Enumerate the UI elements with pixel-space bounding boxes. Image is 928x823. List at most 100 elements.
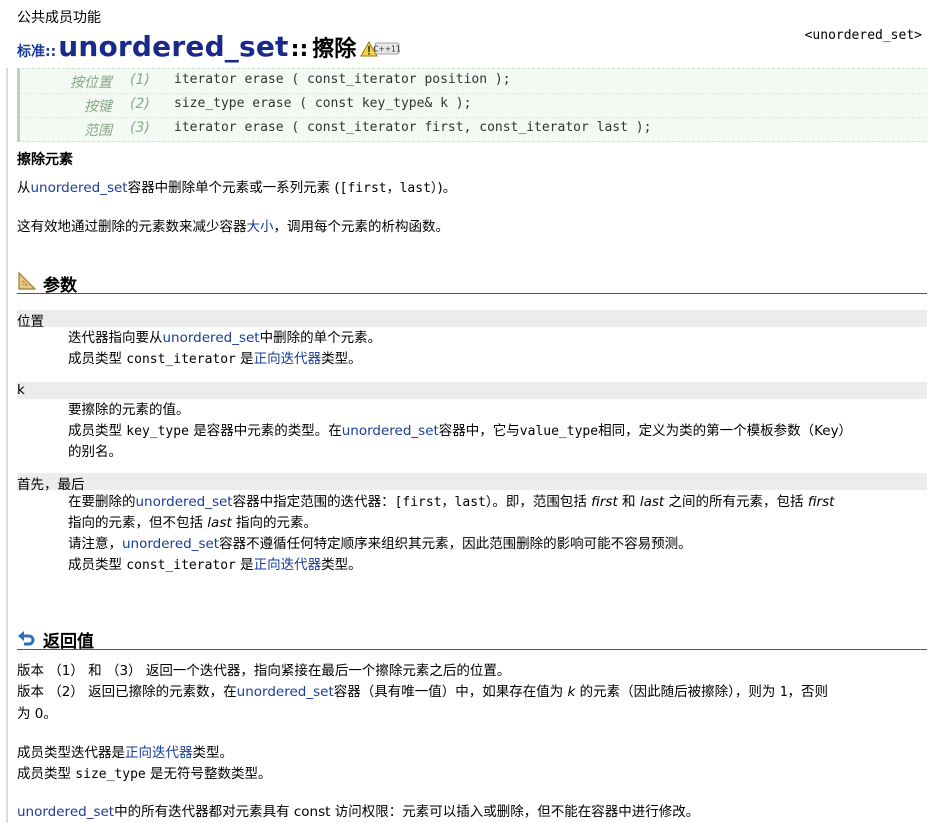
prototype-row: 按位置 (1) iterator erase ( const_iterator … [20, 69, 928, 94]
prototype-code: iterator erase ( const_iterator first, c… [174, 120, 652, 135]
text: 的元素（因此随后被擦除），则为 [575, 684, 780, 700]
italic-term: first [807, 494, 835, 510]
italic-term: last [207, 515, 232, 531]
cpp11-warning-icon: C++11 [360, 40, 401, 58]
prototype-code: iterator erase ( const_iterator position… [174, 72, 511, 87]
header-reference[interactable]: <unordered_set> [805, 28, 922, 43]
prototype-number: (2) [130, 96, 150, 112]
param-desc-line: 成员类型 const_iterator 是正向迭代器类型。 [68, 349, 923, 370]
summary-paragraph-2: 这有效地通过删除的元素数来减少容器大小，调用每个元素的析构函数。 [17, 215, 449, 235]
return-value-section-header: 返回值 [17, 627, 927, 652]
code-range: [first，last） [394, 495, 493, 510]
forward-iterator-link[interactable]: 正向迭代器 [254, 557, 322, 573]
return-line-3: 为 0。 [17, 702, 57, 722]
text: 迭代器指向要从 [68, 330, 163, 346]
text: 版本 （1） 和 （3） 返回一个迭代器，指向紧接在最后一个擦除元素之后的位置。 [17, 663, 511, 679]
parameters-title: 参数 [43, 276, 77, 296]
param-label: 首先，最后 [17, 477, 85, 493]
title-class-link[interactable]: unordered_set [58, 30, 288, 63]
unordered-set-link[interactable]: unordered_set [17, 804, 114, 820]
prototype-number: (1) [130, 72, 150, 88]
unordered-set-link[interactable]: unordered_set [342, 423, 439, 439]
member-type-size-line: 成员类型 size_type 是无符号整数类型。 [17, 762, 272, 782]
text: 类型。 [321, 557, 362, 573]
prototype-box: 按位置 (1) iterator erase ( const_iterator … [17, 68, 928, 142]
param-name-position: 位置 [17, 310, 927, 330]
unordered-set-link[interactable]: unordered_set [122, 536, 219, 552]
prototype-row: 按键 (2) size_type erase ( const key_type&… [20, 93, 928, 118]
param-desc-line: 在要删除的unordered_set容器中指定范围的迭代器：[first，las… [68, 492, 923, 513]
prototype-code: size_type erase ( const key_type& k ); [174, 96, 472, 111]
code-type: const_iterator [126, 352, 236, 367]
param-desc-line: 成员类型 const_iterator 是正向迭代器类型。 [68, 555, 923, 576]
summary-paragraph: 从unordered_set容器中删除单个元素或一系列元素 ([first，la… [17, 176, 456, 196]
title-scope: :: [290, 37, 309, 62]
code-type: key_type [126, 424, 189, 439]
size-link[interactable]: 大小 [247, 219, 274, 235]
code-type: size_type [75, 767, 146, 782]
text: 请注意， [68, 536, 122, 552]
param-name-k: k [17, 382, 927, 399]
prototype-label: 按键 [84, 99, 112, 115]
title-namespace[interactable]: 标准: [17, 41, 51, 61]
text: 相同，定义为类的第一个模板参数（Key） [598, 423, 853, 439]
title-function: 擦除 [312, 37, 357, 62]
page-title: 标准:: unordered_set :: 擦除 C++11 [17, 30, 401, 64]
param-desc-line: 指向的元素，但不包括 last 指向的元素。 [68, 513, 923, 534]
text: 和 [617, 494, 640, 510]
cpp11-badge-text: C++11 [374, 45, 401, 54]
prototype-label: 范围 [84, 123, 112, 139]
text: 成员类型迭代器是 [17, 745, 125, 761]
text: 这有效地通过删除的元素数来减少容器 [17, 219, 247, 235]
code-type: const_iterator [126, 558, 236, 573]
title-namespace-sep: : [50, 44, 57, 60]
ruler-triangle-icon [17, 271, 37, 291]
param-desc-line: 要擦除的元素的值。 [68, 400, 923, 421]
prototype-label: 按位置 [70, 75, 112, 91]
code-value: 1 [779, 685, 788, 700]
text: 为 0。 [17, 706, 57, 722]
param-name-first-last: 首先，最后 [17, 473, 927, 493]
param-desc-line: 请注意，unordered_set容器不遵循任何特定顺序来组织其元素，因此范围删… [68, 534, 923, 555]
text: 容器中删除单个元素或一系列元素 ( [127, 180, 340, 196]
text: 是无符号整数类型。 [145, 766, 272, 782]
summary-heading: 擦除元素 [17, 152, 73, 168]
left-margin-rule [6, 68, 8, 823]
text: 指向的元素。 [231, 515, 317, 531]
forward-iterator-link[interactable]: 正向迭代器 [254, 351, 322, 367]
text: 容器中指定范围的迭代器： [232, 494, 395, 510]
text: 版本 （2） 返回已擦除的元素数，在 [17, 684, 237, 700]
code-range: [first，last） [339, 181, 438, 196]
text: 容器不遵循任何特定顺序来组织其元素，因此范围删除的影响可能不容易预测。 [219, 536, 692, 552]
text: 容器（具有唯一值）中，如果存在值为 [333, 684, 568, 700]
prototype-number: (3) [130, 120, 150, 136]
text: 成员类型 [68, 423, 127, 439]
text: 。即，范围包括 [492, 494, 592, 510]
text: 中删除的单个元素。 [259, 330, 382, 346]
param-label: 位置 [17, 314, 44, 330]
text: 要擦除的元素的值。 [68, 402, 190, 418]
text: 类型。 [321, 351, 362, 367]
italic-term: last [639, 494, 665, 510]
text: 之间的所有元素，包括 [664, 494, 808, 510]
text: 容器中，它与 [438, 423, 520, 439]
unordered-set-link[interactable]: unordered_set [31, 180, 128, 196]
unordered-set-link[interactable]: unordered_set [237, 684, 334, 700]
parameters-section-header: 参数 [17, 271, 927, 296]
member-type-iterator-line: 成员类型迭代器是正向迭代器类型。 [17, 741, 233, 761]
param-desc-line: 的别名。 [68, 442, 923, 463]
unordered-set-link[interactable]: unordered_set [163, 330, 260, 346]
text: 是容器中元素的类型。在 [188, 423, 342, 439]
text: 成员类型 [68, 351, 127, 367]
text: 从 [17, 180, 31, 196]
unordered-set-link[interactable]: unordered_set [136, 494, 233, 510]
param-desc-line: 迭代器指向要从unordered_set中删除的单个元素。 [68, 328, 923, 349]
text: 中的所有迭代器都对元素具有 const 访问权限：元素可以插入或删除，但不能在容… [114, 804, 700, 820]
section-kicker: 公共成员功能 [17, 10, 101, 26]
code-type: value_type [519, 424, 599, 439]
return-arrow-icon [17, 627, 37, 647]
forward-iterator-link[interactable]: 正向迭代器 [125, 745, 193, 761]
param-desc-line: 成员类型 key_type 是容器中元素的类型。在unordered_set容器… [68, 421, 923, 442]
text: )。 [437, 180, 457, 196]
italic-term: first [591, 494, 618, 510]
